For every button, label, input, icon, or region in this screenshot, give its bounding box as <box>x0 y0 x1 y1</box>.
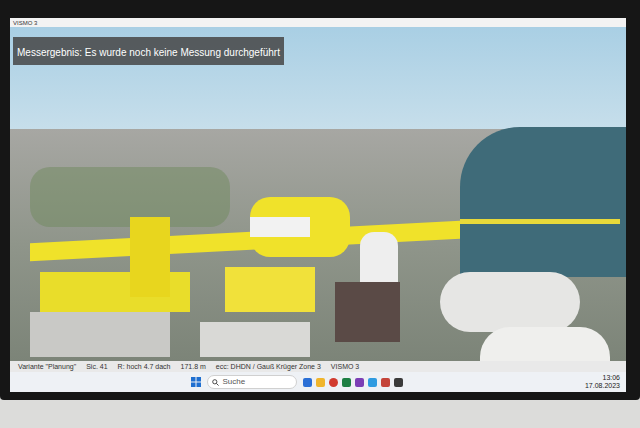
yellow-area <box>225 267 315 312</box>
gray-building <box>200 322 310 357</box>
status-bar: Variante "Planung" Sic. 41 R: hoch 4.7 dac… <box>10 361 626 372</box>
app-icon[interactable] <box>316 378 325 387</box>
clock-time: 13:06 <box>602 374 620 382</box>
clock-date: 17.08.2023 <box>585 382 620 390</box>
status-item: R: hoch 4.7 dach <box>118 362 171 371</box>
laptop-bezel: VISMO 3 Messergebnis: Es wurde noch kein… <box>0 0 640 400</box>
scene-view[interactable]: Messergebnis: Es wurde noch keine Messun… <box>10 27 626 361</box>
app-icon[interactable] <box>303 378 312 387</box>
status-item: 171.8 m <box>181 362 206 371</box>
app-icons <box>303 378 403 387</box>
arena-roof <box>440 272 580 332</box>
status-item: ecc: DHDN / Gauß Krüger Zone 3 <box>216 362 321 371</box>
gray-building <box>30 312 170 357</box>
search-icon <box>212 379 219 386</box>
app-icon[interactable] <box>355 378 364 387</box>
river <box>460 127 626 277</box>
app-icon[interactable] <box>394 378 403 387</box>
search-input[interactable] <box>222 376 292 388</box>
app-icon[interactable] <box>381 378 390 387</box>
app-icon[interactable] <box>368 378 377 387</box>
yellow-tower <box>130 217 170 297</box>
status-item: Variante "Planung" <box>18 362 76 371</box>
measurement-overlay: Messergebnis: Es wurde noch keine Messun… <box>13 37 284 65</box>
windows-logo-icon[interactable] <box>191 377 201 387</box>
measurement-message: Messergebnis: Es wurde noch keine Messun… <box>17 47 280 58</box>
window-title: VISMO 3 <box>13 20 37 26</box>
clock[interactable]: 13:06 17.08.2023 <box>585 374 620 390</box>
white-building <box>250 217 310 237</box>
search-box[interactable] <box>207 375 297 389</box>
screen: VISMO 3 Messergebnis: Es wurde noch kein… <box>10 18 626 392</box>
white-building <box>360 232 398 282</box>
status-item: VISMO 3 <box>331 362 359 371</box>
arena-roof <box>480 327 610 361</box>
app-icon[interactable] <box>329 378 338 387</box>
status-item: Sic. 41 <box>86 362 107 371</box>
taskbar: 13:06 17.08.2023 <box>10 372 626 392</box>
title-bar: VISMO 3 <box>10 18 626 27</box>
bridge <box>460 219 620 224</box>
app-icon[interactable] <box>342 378 351 387</box>
dark-building <box>335 282 400 342</box>
